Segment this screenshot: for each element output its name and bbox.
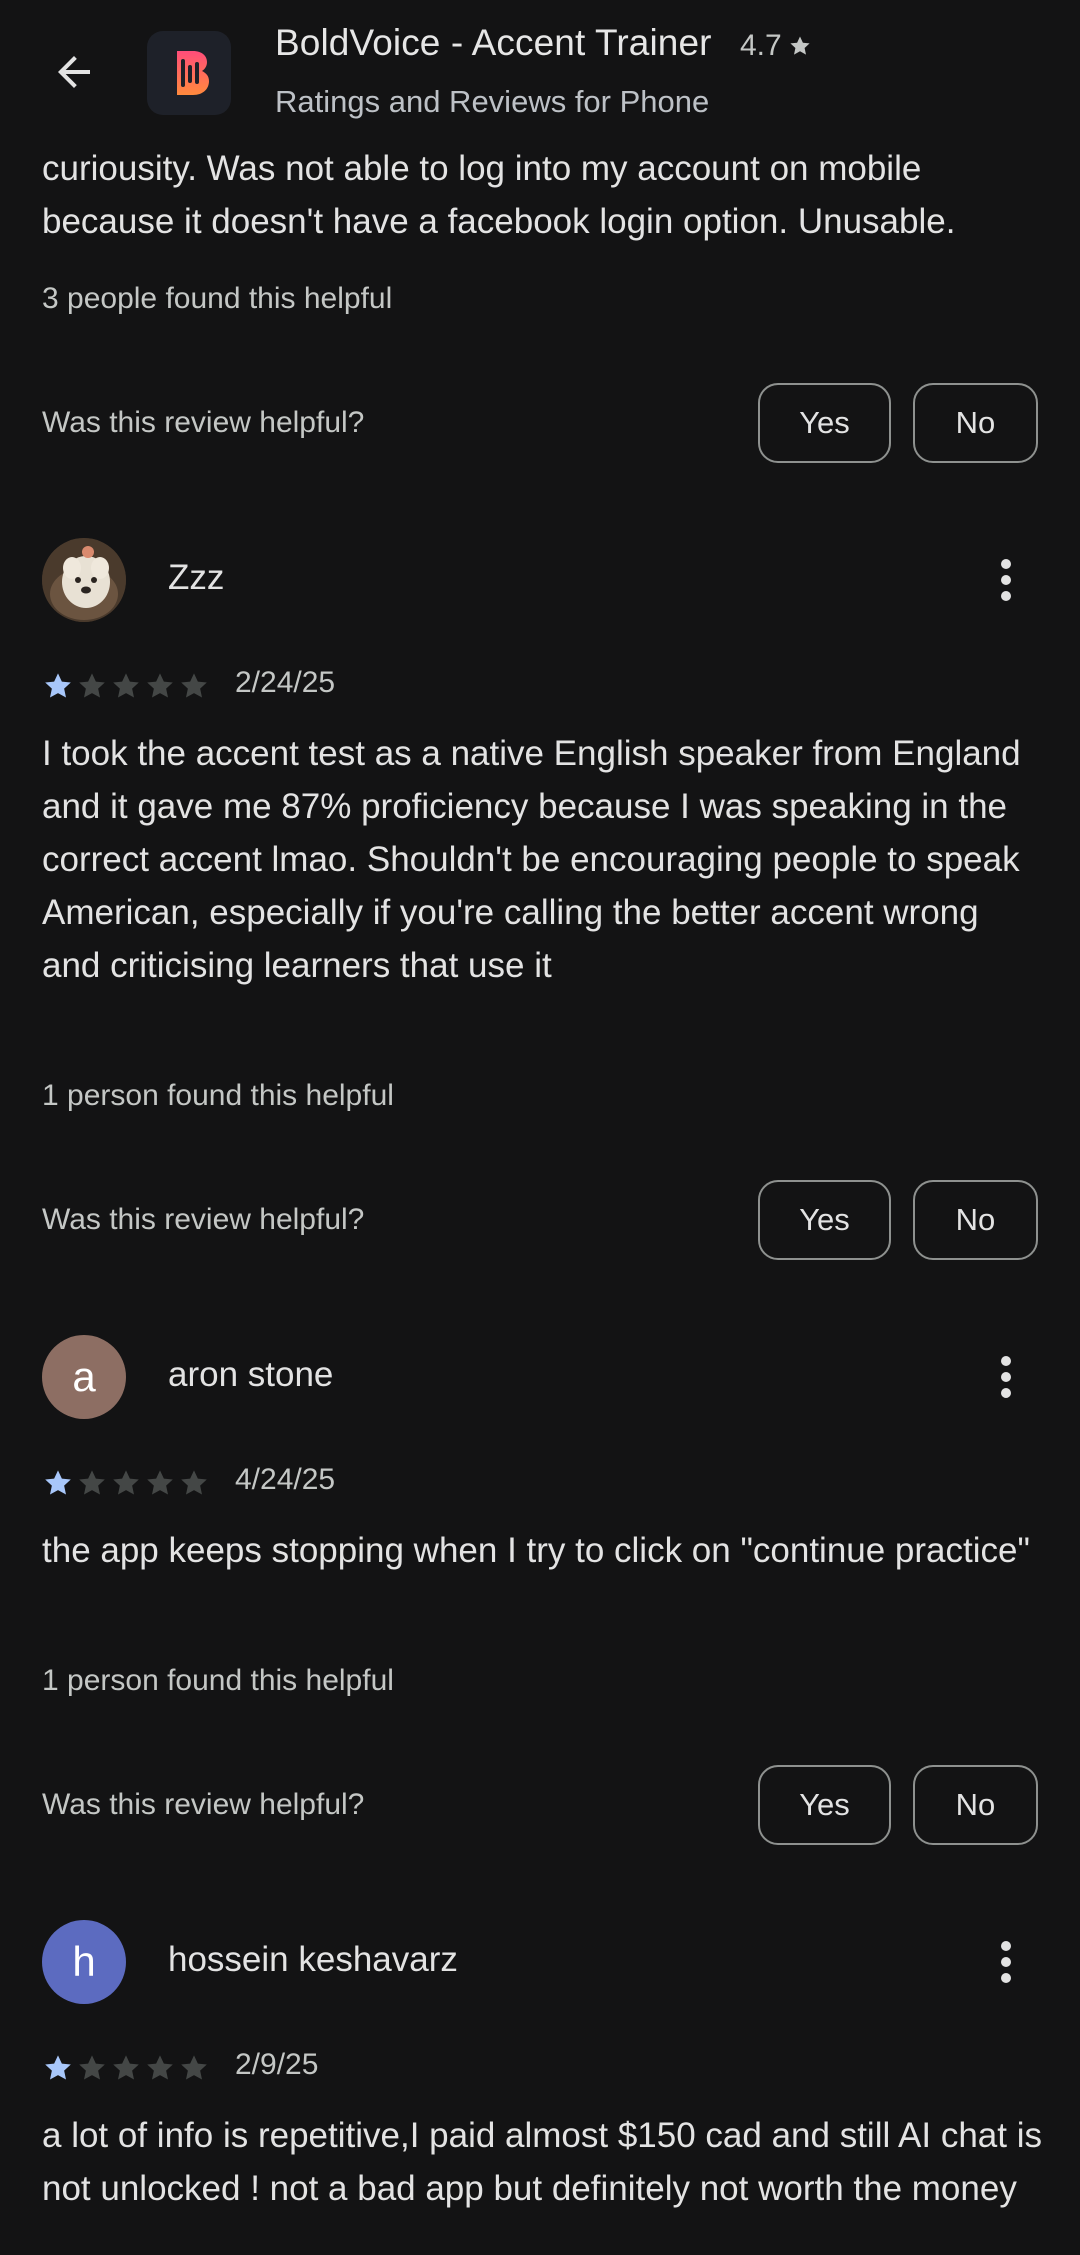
more-vert-icon bbox=[1001, 1356, 1011, 1398]
star-empty-icon bbox=[181, 673, 207, 698]
boldvoice-logo-icon bbox=[177, 51, 209, 95]
more-options-button[interactable] bbox=[976, 545, 1036, 615]
helpful-count: 1 person found this helpful bbox=[42, 1079, 394, 1112]
review-text: a lot of info is repetitive,I paid almos… bbox=[42, 2116, 1042, 2208]
star-filled-icon bbox=[45, 2055, 71, 2080]
star-empty-icon bbox=[79, 1470, 105, 1495]
helpful-no-button[interactable]: No bbox=[913, 1180, 1038, 1260]
star-filled-icon bbox=[45, 673, 71, 698]
more-vert-icon bbox=[1001, 559, 1011, 601]
helpful-yes-button[interactable]: Yes bbox=[758, 383, 891, 463]
helpful-yes-button[interactable]: Yes bbox=[758, 1765, 891, 1845]
star-empty-icon bbox=[113, 2055, 139, 2080]
review-text: curiousity. Was not able to log into my … bbox=[42, 149, 956, 241]
dog-photo-avatar bbox=[42, 538, 126, 622]
review-date: 2/9/25 bbox=[235, 2048, 319, 2081]
star-empty-icon bbox=[181, 1470, 207, 1495]
arrow-back-icon bbox=[58, 56, 90, 88]
star-icon bbox=[790, 36, 810, 55]
app-bar: BoldVoice - Accent Trainer 4.7 Ratings a… bbox=[0, 0, 1080, 145]
review-date: 2/24/25 bbox=[235, 666, 336, 699]
helpful-question: Was this review helpful? bbox=[42, 1788, 365, 1821]
app-icon bbox=[147, 31, 231, 115]
helpful-count: 3 people found this helpful bbox=[42, 282, 393, 315]
review-text: I took the accent test as a native Engli… bbox=[42, 734, 1021, 985]
star-rating bbox=[42, 2052, 210, 2084]
star-empty-icon bbox=[113, 673, 139, 698]
star-empty-icon bbox=[147, 673, 173, 698]
star-empty-icon bbox=[79, 2055, 105, 2080]
avatar[interactable] bbox=[42, 538, 126, 622]
more-vert-icon bbox=[1001, 1941, 1011, 1983]
page-subtitle: Ratings and Reviews for Phone bbox=[275, 84, 710, 119]
back-button[interactable] bbox=[34, 36, 114, 108]
review-text: the app keeps stopping when I try to cli… bbox=[42, 1531, 1030, 1570]
more-options-button[interactable] bbox=[976, 1342, 1036, 1412]
helpful-count: 1 person found this helpful bbox=[42, 1664, 394, 1697]
reviews-page: curiousity. Was not able to log into my … bbox=[0, 0, 1080, 2255]
avatar[interactable]: h bbox=[42, 1920, 126, 2004]
star-empty-icon bbox=[147, 2055, 173, 2080]
helpful-question: Was this review helpful? bbox=[42, 1203, 365, 1236]
reviewer-name: hossein keshavarz bbox=[168, 1940, 458, 1979]
helpful-no-button[interactable]: No bbox=[913, 383, 1038, 463]
star-empty-icon bbox=[113, 1470, 139, 1495]
reviewer-name: aron stone bbox=[168, 1355, 334, 1394]
avatar-letter: h bbox=[72, 1938, 96, 1985]
more-options-button[interactable] bbox=[976, 1927, 1036, 1997]
app-title: BoldVoice - Accent Trainer bbox=[275, 22, 712, 63]
avatar-letter: a bbox=[72, 1353, 96, 1400]
star-empty-icon bbox=[181, 2055, 207, 2080]
star-rating bbox=[42, 1467, 210, 1499]
helpful-yes-button[interactable]: Yes bbox=[758, 1180, 891, 1260]
star-rating bbox=[42, 670, 210, 702]
review-date: 4/24/25 bbox=[235, 1463, 336, 1496]
helpful-question: Was this review helpful? bbox=[42, 406, 365, 439]
helpful-no-button[interactable]: No bbox=[913, 1765, 1038, 1845]
star-empty-icon bbox=[147, 1470, 173, 1495]
star-filled-icon bbox=[45, 1470, 71, 1495]
star-empty-icon bbox=[79, 673, 105, 698]
rating-value: 4.7 bbox=[740, 29, 782, 62]
reviewer-name: Zzz bbox=[168, 558, 225, 597]
app-rating: 4.7 bbox=[740, 29, 812, 63]
avatar[interactable]: a bbox=[42, 1335, 126, 1419]
